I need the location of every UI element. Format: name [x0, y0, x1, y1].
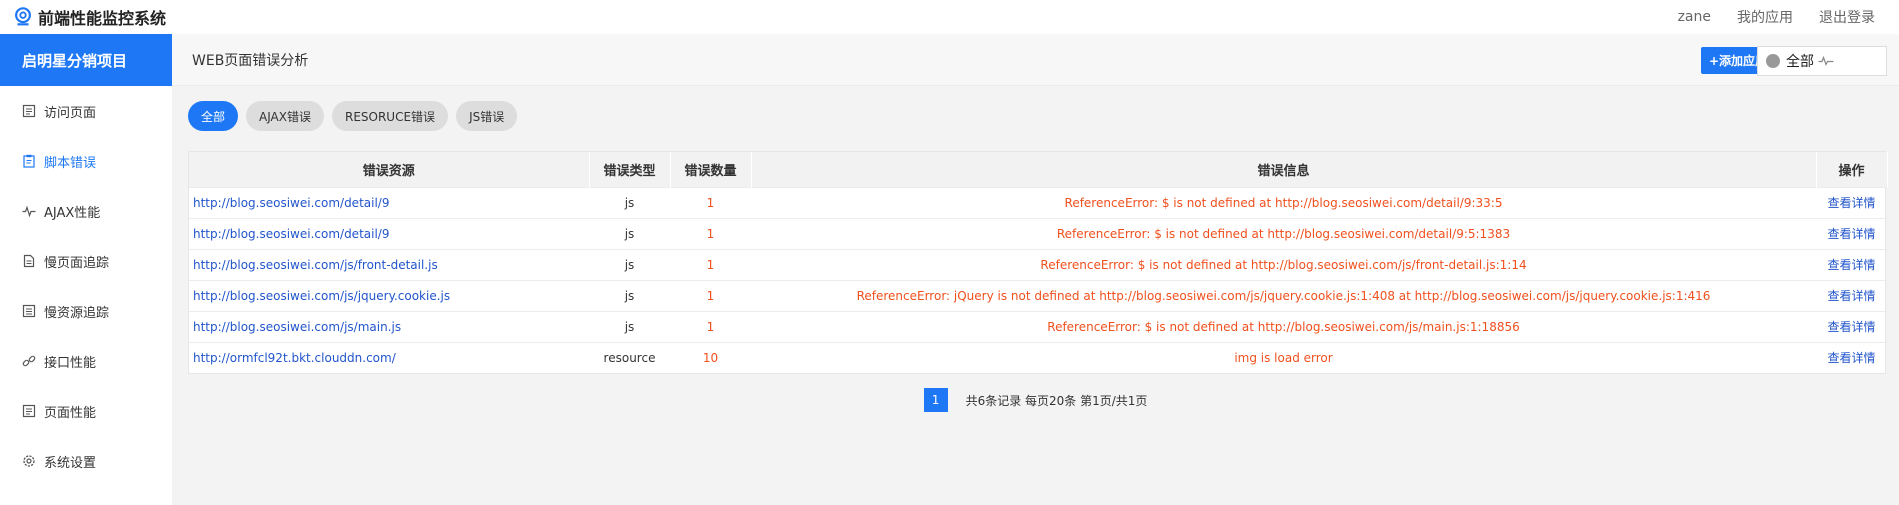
error-message: ReferenceError: $ is not defined at http…: [751, 186, 1816, 218]
document-icon: [22, 404, 36, 418]
app-logo[interactable]: 前端性能监控系统: [0, 5, 166, 29]
app-title: 前端性能监控系统: [38, 9, 167, 28]
sidebar-item-slow-pages[interactable]: 慢页面追踪: [0, 236, 172, 286]
error-count: 10: [670, 341, 751, 373]
sidebar-item-label: 访问页面: [44, 105, 97, 121]
user-name[interactable]: zane: [1678, 9, 1711, 25]
column-header-type: 错误类型: [589, 152, 671, 187]
view-details-link[interactable]: 查看详情: [1816, 248, 1887, 280]
page-header: WEB页面错误分析: [172, 34, 1899, 86]
filter-resource[interactable]: RESORUCE错误: [331, 101, 449, 131]
pagination-info: 共6条记录 每页20条 第1页/共1页: [965, 393, 1148, 408]
view-details-link[interactable]: 查看详情: [1816, 186, 1887, 218]
logout-link[interactable]: 退出登录: [1819, 7, 1875, 27]
error-resource-link[interactable]: http://blog.seosiwei.com/js/front-detail…: [189, 248, 589, 280]
list-icon: [22, 304, 36, 318]
view-details-link[interactable]: 查看详情: [1816, 279, 1887, 311]
error-type: js: [589, 310, 670, 342]
table-row: http://blog.seosiwei.com/js/jquery.cooki…: [189, 279, 1887, 311]
pulse-icon: [1818, 55, 1834, 67]
sidebar-item-settings[interactable]: 系统设置: [0, 436, 172, 486]
table-header-row: 错误资源 错误类型 错误数量 错误信息 操作: [189, 152, 1888, 187]
top-nav: zane 我的应用 退出登录: [1652, 7, 1899, 27]
sidebar: 启明星分销项目 访问页面 脚本错误 AJAX性能 慢页面追踪 慢资源追踪 接口性…: [0, 34, 172, 505]
column-header-count: 错误数量: [670, 152, 752, 187]
column-header-resource: 错误资源: [189, 152, 590, 187]
sidebar-item-script-errors[interactable]: 脚本错误: [0, 136, 172, 186]
my-apps-link[interactable]: 我的应用: [1737, 7, 1793, 27]
sidebar-item-label: 慢资源追踪: [44, 305, 110, 321]
error-message: ReferenceError: $ is not defined at http…: [751, 310, 1816, 342]
table-row: http://blog.seosiwei.com/js/front-detail…: [189, 248, 1887, 280]
webcam-logo-icon: [15, 7, 31, 26]
sidebar-item-visit-pages[interactable]: 访问页面: [0, 86, 172, 136]
table-row: http://blog.seosiwei.com/detail/9 js 1 R…: [189, 217, 1887, 249]
error-message: ReferenceError: jQuery is not defined at…: [751, 279, 1816, 311]
error-count: 1: [670, 217, 751, 249]
clipboard-icon: [22, 154, 36, 168]
error-type: js: [589, 186, 670, 218]
error-count: 1: [670, 279, 751, 311]
sidebar-item-label: 接口性能: [44, 355, 97, 371]
view-details-link[interactable]: 查看详情: [1816, 217, 1887, 249]
error-message: ReferenceError: $ is not defined at http…: [751, 217, 1816, 249]
sidebar-item-label: AJAX性能: [44, 205, 101, 221]
error-resource-link[interactable]: http://blog.seosiwei.com/detail/9: [189, 217, 589, 249]
error-type: js: [589, 279, 670, 311]
error-type: js: [589, 248, 670, 280]
link-icon: [22, 354, 36, 368]
error-type-filters: 全部 AJAX错误 RESORUCE错误 JS错误: [188, 101, 525, 131]
page-number-button[interactable]: 1: [923, 388, 948, 412]
sidebar-item-slow-resources[interactable]: 慢资源追踪: [0, 286, 172, 336]
view-details-link[interactable]: 查看详情: [1816, 310, 1887, 342]
sidebar-item-label: 页面性能: [44, 405, 97, 421]
document-icon: [22, 104, 36, 118]
view-details-link[interactable]: 查看详情: [1816, 341, 1887, 373]
filter-js[interactable]: JS错误: [456, 101, 518, 131]
app-select-value: 全部: [1786, 54, 1814, 70]
table-row: http://blog.seosiwei.com/js/main.js js 1…: [189, 310, 1887, 342]
table-row: http://blog.seosiwei.com/detail/9 js 1 R…: [189, 186, 1887, 218]
filter-all[interactable]: 全部: [188, 101, 239, 131]
error-message: img is load error: [751, 341, 1816, 373]
column-header-action: 操作: [1816, 152, 1888, 187]
error-count: 1: [670, 186, 751, 218]
error-type: resource: [589, 341, 670, 373]
gear-icon: [22, 454, 36, 468]
app-avatar-icon: [1766, 54, 1780, 68]
errors-table: 错误资源 错误类型 错误数量 错误信息 操作 http://blog.seosi…: [188, 151, 1888, 374]
error-resource-link[interactable]: http://blog.seosiwei.com/js/jquery.cooki…: [189, 279, 589, 311]
error-resource-link[interactable]: http://blog.seosiwei.com/js/main.js: [189, 310, 589, 342]
page-title: WEB页面错误分析: [192, 52, 309, 69]
error-message: ReferenceError: $ is not defined at http…: [751, 248, 1816, 280]
pagination: 1 共6条记录 每页20条 第1页/共1页: [172, 388, 1899, 412]
column-header-message: 错误信息: [751, 152, 1817, 187]
pulse-icon: [22, 204, 36, 218]
sidebar-item-label: 脚本错误: [44, 155, 97, 171]
error-resource-link[interactable]: http://blog.seosiwei.com/detail/9: [189, 186, 589, 218]
sidebar-item-page-performance[interactable]: 页面性能: [0, 386, 172, 436]
app-select[interactable]: 全部: [1757, 46, 1887, 76]
error-count: 1: [670, 310, 751, 342]
page-icon: [22, 254, 36, 268]
error-resource-link[interactable]: http://ormfcl92t.bkt.clouddn.com/: [189, 341, 589, 373]
sidebar-item-label: 慢页面追踪: [44, 255, 110, 271]
top-header: 前端性能监控系统 zane 我的应用 退出登录: [0, 0, 1899, 34]
filter-ajax[interactable]: AJAX错误: [246, 101, 324, 131]
project-name[interactable]: 启明星分销项目: [0, 34, 172, 86]
sidebar-item-api-performance[interactable]: 接口性能: [0, 336, 172, 386]
sidebar-item-ajax-performance[interactable]: AJAX性能: [0, 186, 172, 236]
sidebar-item-label: 系统设置: [44, 455, 97, 471]
main-content: WEB页面错误分析 +添加应用 全部 全部 AJAX错误 RESORUCE错误 …: [172, 34, 1899, 505]
error-type: js: [589, 217, 670, 249]
error-count: 1: [670, 248, 751, 280]
table-row: http://ormfcl92t.bkt.clouddn.com/ resour…: [189, 341, 1887, 373]
